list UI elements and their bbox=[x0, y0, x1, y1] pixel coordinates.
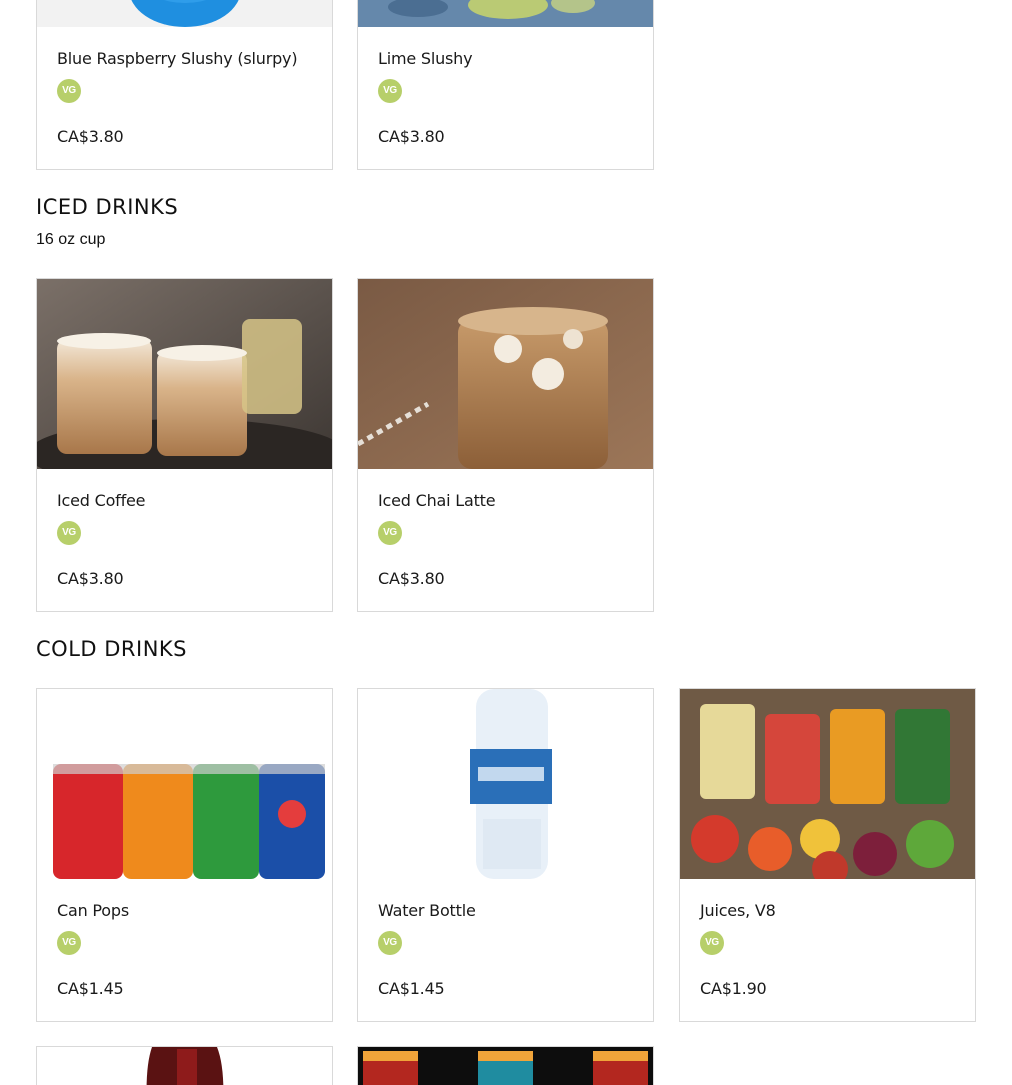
item-price: CA$1.45 bbox=[57, 979, 124, 998]
item-image bbox=[680, 689, 975, 879]
section-title-cold-drinks: COLD DRINKS bbox=[36, 637, 188, 661]
item-name: Juices, V8 bbox=[700, 901, 776, 920]
item-image bbox=[358, 1047, 653, 1085]
menu-item-card[interactable] bbox=[36, 1046, 333, 1085]
item-name: Iced Coffee bbox=[57, 491, 146, 510]
menu-item-card[interactable]: Juices, V8 VG CA$1.90 bbox=[679, 688, 976, 1022]
item-name: Lime Slushy bbox=[378, 49, 473, 68]
item-price: CA$3.80 bbox=[57, 569, 124, 588]
item-price: CA$3.80 bbox=[57, 127, 124, 146]
item-image bbox=[37, 279, 332, 469]
section-title-iced-drinks: ICED DRINKS bbox=[36, 195, 179, 219]
menu-item-card[interactable]: Iced Chai Latte VG CA$3.80 bbox=[357, 278, 654, 612]
vegan-badge: VG bbox=[378, 521, 402, 545]
section-subtitle: 16 oz cup bbox=[36, 231, 106, 248]
item-image bbox=[358, 0, 653, 27]
vegan-badge: VG bbox=[378, 931, 402, 955]
item-image bbox=[358, 279, 653, 469]
item-price: CA$3.80 bbox=[378, 569, 445, 588]
vegan-badge: VG bbox=[378, 79, 402, 103]
menu-item-card[interactable]: Iced Coffee VG CA$3.80 bbox=[36, 278, 333, 612]
menu-item-card[interactable]: Lime Slushy VG CA$3.80 bbox=[357, 0, 654, 170]
item-price: CA$1.90 bbox=[700, 979, 767, 998]
menu-item-card[interactable]: Blue Raspberry Slushy (slurpy) VG CA$3.8… bbox=[36, 0, 333, 170]
item-name: Iced Chai Latte bbox=[378, 491, 496, 510]
item-image bbox=[358, 689, 653, 879]
item-name: Water Bottle bbox=[378, 901, 476, 920]
item-image bbox=[37, 689, 332, 879]
item-image bbox=[37, 1047, 332, 1085]
item-price: CA$3.80 bbox=[378, 127, 445, 146]
vegan-badge: VG bbox=[57, 931, 81, 955]
item-name: Can Pops bbox=[57, 901, 129, 920]
vegan-badge: VG bbox=[700, 931, 724, 955]
item-price: CA$1.45 bbox=[378, 979, 445, 998]
item-image bbox=[37, 0, 332, 27]
item-name: Blue Raspberry Slushy (slurpy) bbox=[57, 49, 298, 68]
menu-item-card[interactable]: Water Bottle VG CA$1.45 bbox=[357, 688, 654, 1022]
menu-item-card[interactable] bbox=[357, 1046, 654, 1085]
vegan-badge: VG bbox=[57, 79, 81, 103]
vegan-badge: VG bbox=[57, 521, 81, 545]
menu-item-card[interactable]: Can Pops VG CA$1.45 bbox=[36, 688, 333, 1022]
